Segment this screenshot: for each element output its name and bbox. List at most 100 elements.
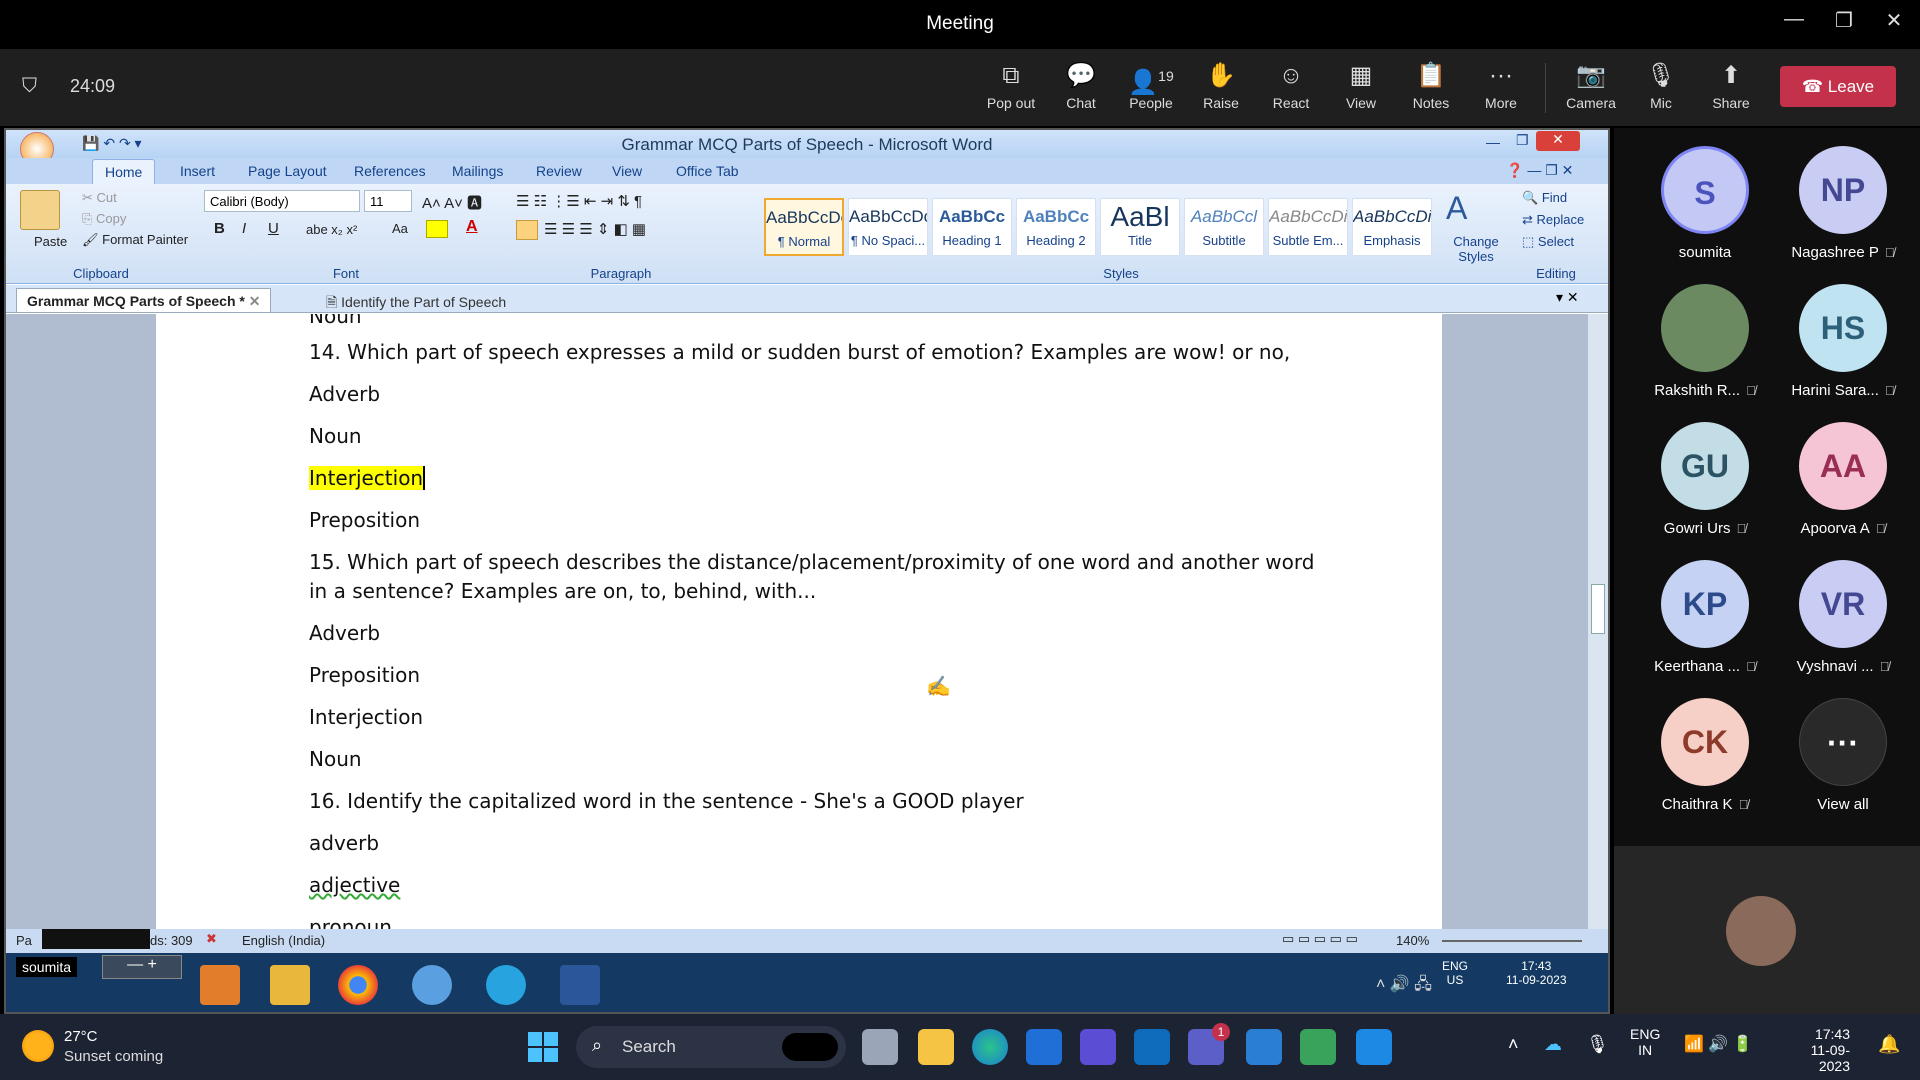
tab-office-tab[interactable]: Office Tab (676, 163, 739, 179)
format-painter-button[interactable]: 🖌 Format Painter (82, 232, 188, 248)
word-close-button[interactable]: ✕ (1536, 131, 1580, 151)
change-case-button[interactable]: Aa (392, 221, 408, 236)
doc-tab-grammar[interactable]: Grammar MCQ Parts of Speech * ✕ (16, 288, 272, 312)
replace-button[interactable]: ⇄ Replace (1522, 212, 1584, 228)
vscode-icon[interactable] (1356, 1029, 1392, 1065)
participant-tile[interactable]: AA Apoorva A 🎙̸ (1778, 422, 1908, 537)
paste-button[interactable]: Paste (34, 234, 67, 249)
store-icon[interactable] (1026, 1029, 1062, 1065)
skype-icon[interactable] (486, 965, 526, 1005)
cut-button[interactable]: ✂ Cut (82, 190, 117, 206)
tab-insert[interactable]: Insert (180, 163, 215, 179)
chat-button[interactable]: 💬 Chat (1046, 61, 1116, 111)
word-minimize-button[interactable]: — (1486, 134, 1500, 150)
word-app-icon[interactable] (560, 965, 600, 1005)
tab-mailings[interactable]: Mailings (452, 163, 503, 179)
tab-references[interactable]: References (354, 163, 426, 179)
file-explorer-icon[interactable] (918, 1029, 954, 1065)
windows-start-icon[interactable] (528, 1032, 558, 1062)
participant-tile[interactable]: HS Harini Sara... 🎙̸ (1778, 284, 1908, 399)
doc-tab-identify[interactable]: 🗎 Identify the Part of Speech (316, 288, 516, 312)
style-no-spacing[interactable]: AaBbCcDc ¶ No Spaci... (848, 198, 928, 256)
participant-tile[interactable]: KP Keerthana ... 🎙̸ (1640, 560, 1770, 675)
highlight-color-icon[interactable] (426, 220, 448, 238)
select-button[interactable]: ⬚ Select (1522, 234, 1574, 250)
underline-button[interactable]: U (268, 220, 279, 237)
change-styles-icon[interactable]: A (1446, 190, 1467, 227)
zoom-level[interactable]: 140% (1396, 933, 1429, 948)
language-status[interactable]: English (India) (242, 933, 325, 948)
restore-button[interactable]: ❐ (1824, 8, 1864, 33)
view-buttons[interactable]: ▭ ▭ ▭ ▭ ▭ (1282, 931, 1358, 947)
tab-view[interactable]: View (612, 163, 642, 179)
weather-icon[interactable] (22, 1030, 54, 1062)
mic-button[interactable]: 🎙 Mic (1626, 61, 1696, 111)
view-button[interactable]: ▦ View (1326, 61, 1396, 111)
edge-icon[interactable] (972, 1029, 1008, 1065)
tab-review[interactable]: Review (536, 163, 582, 179)
notes-button[interactable]: 📋 Notes (1396, 61, 1466, 111)
close-button[interactable]: ✕ (1874, 8, 1914, 33)
participant-tile[interactable]: GU Gowri Urs 🎙̸ (1640, 422, 1770, 537)
clock[interactable]: 17:43 11-09-2023 (1780, 1026, 1850, 1074)
tab-page-layout[interactable]: Page Layout (248, 163, 327, 179)
network-volume-battery-icons[interactable]: 📶 🔊 🔋 (1684, 1034, 1753, 1054)
presenter-controls[interactable]: — + (102, 955, 182, 979)
tab-list-icon[interactable]: ▾ ✕ (1556, 289, 1579, 306)
participant-tile[interactable]: CK Chaithra K 🎙̸ (1640, 698, 1770, 813)
chevron-up-icon[interactable]: ˄ (1508, 1034, 1519, 1055)
italic-button[interactable]: I (242, 220, 246, 237)
participant-tile[interactable]: VR Vyshnavi ... 🎙̸ (1778, 560, 1908, 675)
zoom-slider[interactable] (1442, 940, 1582, 942)
more-button[interactable]: ··· More (1466, 61, 1536, 111)
react-button[interactable]: ☺ React (1256, 61, 1326, 111)
list-buttons[interactable]: ☰ ☷ ⋮☰ ⇤ ⇥ ⇅ ¶ (516, 192, 642, 210)
participant-tile[interactable]: Ssoumita (1640, 146, 1770, 261)
grow-shrink-font-icon[interactable]: A˄ A˅ 🅰 (422, 192, 482, 213)
participant-tile[interactable]: NP Nagashree P 🎙̸ (1778, 146, 1908, 261)
participant-tile[interactable]: Rakshith R... 🎙̸ (1640, 284, 1770, 399)
change-styles-button[interactable]: Change Styles (1446, 234, 1506, 264)
input-language[interactable]: ENG IN (1630, 1026, 1660, 1058)
chrome-icon[interactable] (338, 965, 378, 1005)
app-icon[interactable] (1300, 1029, 1336, 1065)
weather-temp[interactable]: 27°C (64, 1028, 98, 1045)
outlook-icon[interactable] (1134, 1029, 1170, 1065)
view-all-button[interactable]: ··· View all (1778, 698, 1908, 813)
find-button[interactable]: 🔍 Find (1522, 190, 1567, 206)
align-buttons[interactable]: ☰ ☰ ☰ ⇕ ◧ ▦ (544, 220, 646, 238)
style-heading-2[interactable]: AaBbCc Heading 2 (1016, 198, 1096, 256)
proofing-icon[interactable]: ✖ (206, 931, 217, 947)
font-size-select[interactable]: 11 (364, 190, 412, 212)
minimize-button[interactable]: — (1774, 8, 1814, 31)
remote-lang[interactable]: ENG US (1442, 959, 1468, 987)
close-tab-icon[interactable]: ✕ (249, 293, 261, 309)
share-button[interactable]: ⬆ Share (1696, 61, 1766, 111)
style-heading-1[interactable]: AaBbCc Heading 1 (932, 198, 1012, 256)
help-icon[interactable]: ❓ — ❐ ✕ (1506, 162, 1573, 179)
style-subtitle[interactable]: AaBbCcl Subtitle (1184, 198, 1264, 256)
bird-app-icon[interactable] (412, 965, 452, 1005)
leave-button[interactable]: ☎ Leave (1780, 66, 1896, 107)
paste-icon[interactable] (20, 190, 60, 230)
floating-toolbar[interactable] (42, 929, 150, 949)
pop-out-button[interactable]: ⧉ Pop out (976, 61, 1046, 111)
style-title[interactable]: AaBl Title (1100, 198, 1180, 256)
people-button[interactable]: 👤19 People (1116, 61, 1186, 111)
tab-home[interactable]: Home (92, 159, 156, 184)
raise-button[interactable]: ✋ Raise (1186, 61, 1256, 111)
camera-button[interactable]: 📷 Camera (1556, 61, 1626, 111)
strikethrough-button[interactable]: abe x₂ x² (306, 222, 357, 237)
copy-button[interactable]: ⎘ Copy (82, 211, 126, 227)
remote-clock[interactable]: 17:43 11-09-2023 (1506, 959, 1567, 987)
tray-icons[interactable]: ˄ 🔊 🖧 (1376, 973, 1432, 1000)
search-box[interactable]: ⌕ Search (576, 1026, 846, 1068)
teams-icon[interactable]: 1 (1188, 1023, 1230, 1065)
media-player-icon[interactable] (200, 965, 240, 1005)
style-normal[interactable]: AaBbCcDc ¶ Normal (764, 198, 844, 256)
style-emphasis[interactable]: AaBbCcDi Emphasis (1352, 198, 1432, 256)
copilot-icon[interactable] (1080, 1029, 1116, 1065)
onedrive-icon[interactable]: ☁ (1544, 1034, 1562, 1055)
notifications-icon[interactable]: 🔔 (1878, 1034, 1900, 1055)
word-restore-button[interactable]: ❐ (1516, 132, 1529, 149)
